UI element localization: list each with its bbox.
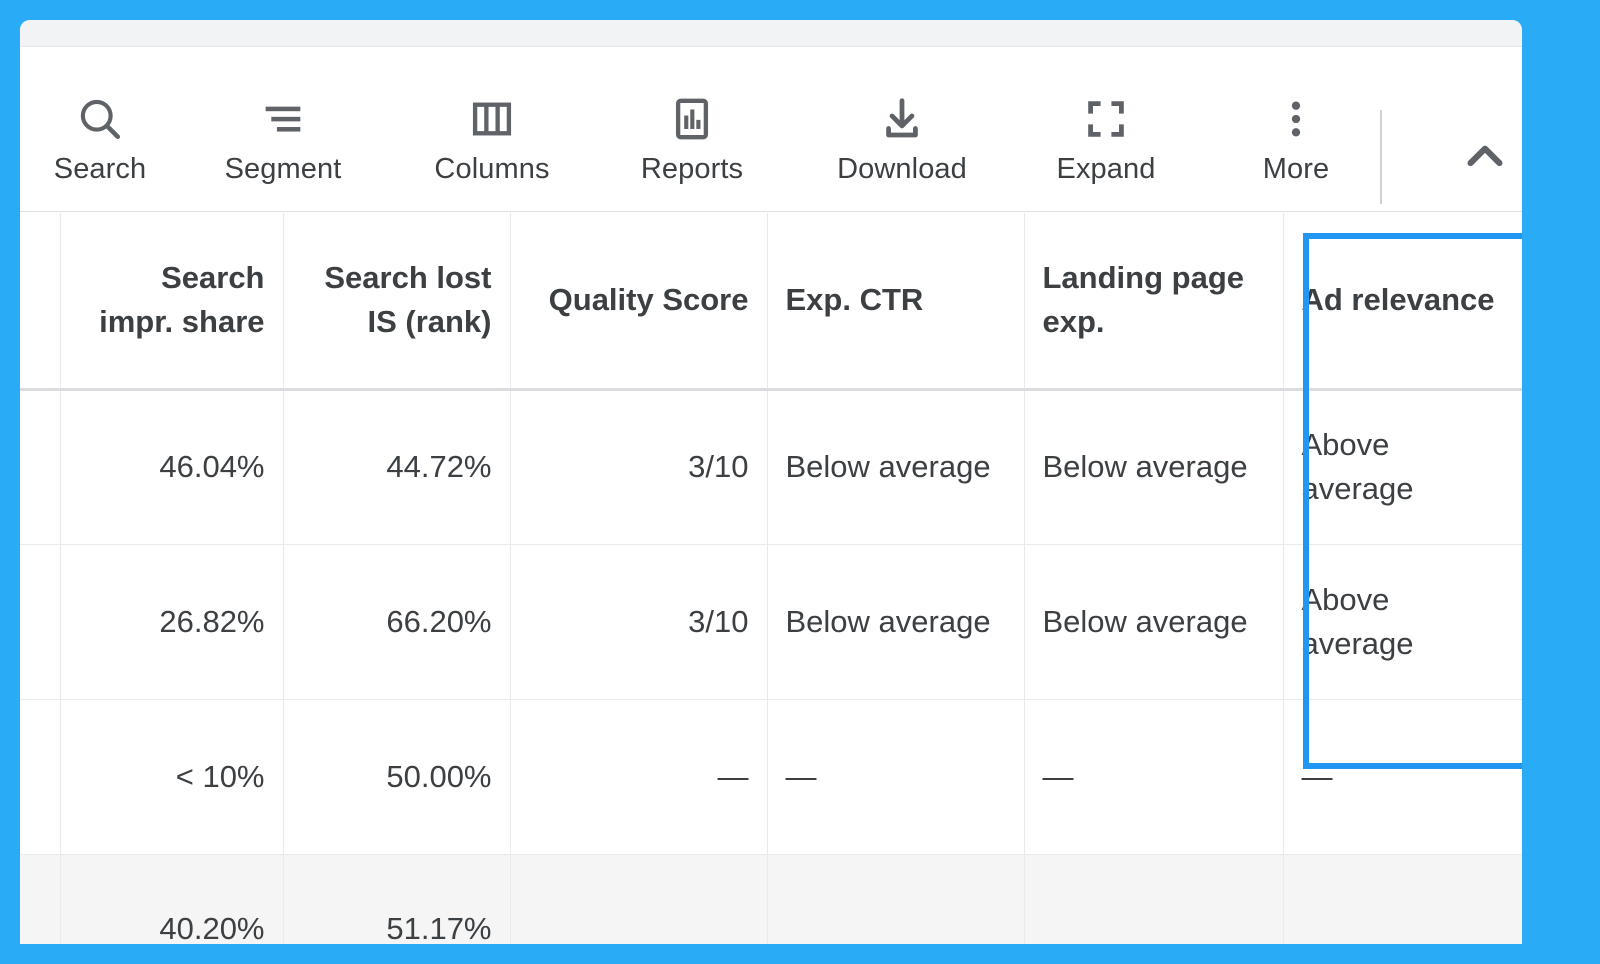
- toolbar-button-segment[interactable]: Segment: [199, 86, 367, 186]
- cell-quality-score: [510, 854, 768, 944]
- cell-ad-relevance: Above average: [1283, 544, 1522, 700]
- table-header-row: Search impr. share Search lost IS (rank)…: [20, 213, 1522, 391]
- column-header-ad-relevance[interactable]: Ad relevance: [1283, 213, 1522, 391]
- cell-search-lost-is-rank: 66.20%: [283, 544, 511, 700]
- metrics-table: Search impr. share Search lost IS (rank)…: [20, 213, 1522, 944]
- cell-landing-page-exp: Below average: [1024, 389, 1284, 545]
- cell-search-impr-share: 26.82%: [60, 544, 284, 700]
- toolbar-label-segment: Segment: [224, 153, 342, 185]
- toolbar-divider: [1380, 110, 1382, 204]
- toolbar-button-columns[interactable]: Columns: [408, 86, 576, 186]
- toolbar-label-expand: Expand: [1056, 153, 1156, 185]
- column-header-search-impr-share[interactable]: Search impr. share: [60, 213, 284, 391]
- toolbar-button-reports[interactable]: Reports: [608, 86, 776, 186]
- table-row[interactable]: < 10% 50.00% — — — —: [20, 699, 1522, 855]
- row-spacer: [20, 699, 61, 855]
- toolbar-label-more: More: [1262, 153, 1330, 185]
- cell-landing-page-exp: —: [1024, 699, 1284, 855]
- cell-ad-relevance: [1283, 854, 1522, 944]
- cell-quality-score: —: [510, 699, 768, 855]
- toolbar-label-columns: Columns: [434, 153, 550, 185]
- table-row[interactable]: 46.04% 44.72% 3/10 Below average Below a…: [20, 389, 1522, 545]
- cell-landing-page-exp: [1024, 854, 1284, 944]
- table-row-partial[interactable]: 40.20% 51.17%: [20, 854, 1522, 944]
- toolbar-label-download: Download: [837, 153, 967, 185]
- data-table-area[interactable]: Search impr. share Search lost IS (rank)…: [20, 213, 1522, 944]
- cell-exp-ctr: Below average: [767, 389, 1025, 545]
- columns-icon: [408, 86, 576, 152]
- segment-icon: [199, 86, 367, 152]
- data-panel: Search Segment Columns Reports Download …: [20, 20, 1522, 944]
- cell-quality-score: 3/10: [510, 389, 768, 545]
- more-vert-icon: [1212, 86, 1380, 152]
- column-header-exp-ctr[interactable]: Exp. CTR: [767, 213, 1025, 391]
- chevron-up-icon: [1457, 129, 1513, 185]
- row-spacer: [20, 854, 61, 944]
- cell-quality-score: 3/10: [510, 544, 768, 700]
- column-header-landing-page-exp[interactable]: Landing page exp.: [1024, 213, 1284, 391]
- cell-ad-relevance: —: [1283, 699, 1522, 855]
- table-toolbar: Search Segment Columns Reports Download …: [20, 48, 1522, 212]
- toolbar-button-search[interactable]: Search: [20, 86, 184, 186]
- download-icon: [818, 86, 986, 152]
- cell-exp-ctr: [767, 854, 1025, 944]
- screenshot-root: Search Segment Columns Reports Download …: [0, 0, 1600, 964]
- collapse-toolbar-button[interactable]: [1438, 110, 1522, 204]
- toolbar-label-search: Search: [53, 153, 147, 185]
- toolbar-label-reports: Reports: [640, 153, 744, 185]
- cell-search-impr-share: 40.20%: [60, 854, 284, 944]
- toolbar-button-more[interactable]: More: [1212, 86, 1380, 186]
- panel-top-strip: [20, 20, 1522, 47]
- cell-search-lost-is-rank: 44.72%: [283, 389, 511, 545]
- cell-exp-ctr: —: [767, 699, 1025, 855]
- cell-search-impr-share: < 10%: [60, 699, 284, 855]
- cell-search-impr-share: 46.04%: [60, 389, 284, 545]
- cell-landing-page-exp: Below average: [1024, 544, 1284, 700]
- cell-search-lost-is-rank: 50.00%: [283, 699, 511, 855]
- column-header-quality-score[interactable]: Quality Score: [510, 213, 768, 391]
- expand-icon: [1022, 86, 1190, 152]
- row-spacer: [20, 544, 61, 700]
- row-spacer: [20, 389, 61, 545]
- table-row[interactable]: 26.82% 66.20% 3/10 Below average Below a…: [20, 544, 1522, 700]
- column-header-search-lost-is-rank[interactable]: Search lost IS (rank): [283, 213, 511, 391]
- toolbar-button-download[interactable]: Download: [818, 86, 986, 186]
- search-icon: [20, 86, 184, 152]
- cell-exp-ctr: Below average: [767, 544, 1025, 700]
- reports-icon: [608, 86, 776, 152]
- toolbar-button-expand[interactable]: Expand: [1022, 86, 1190, 186]
- cell-ad-relevance: Above average: [1283, 389, 1522, 545]
- header-spacer: [20, 213, 61, 391]
- cell-search-lost-is-rank: 51.17%: [283, 854, 511, 944]
